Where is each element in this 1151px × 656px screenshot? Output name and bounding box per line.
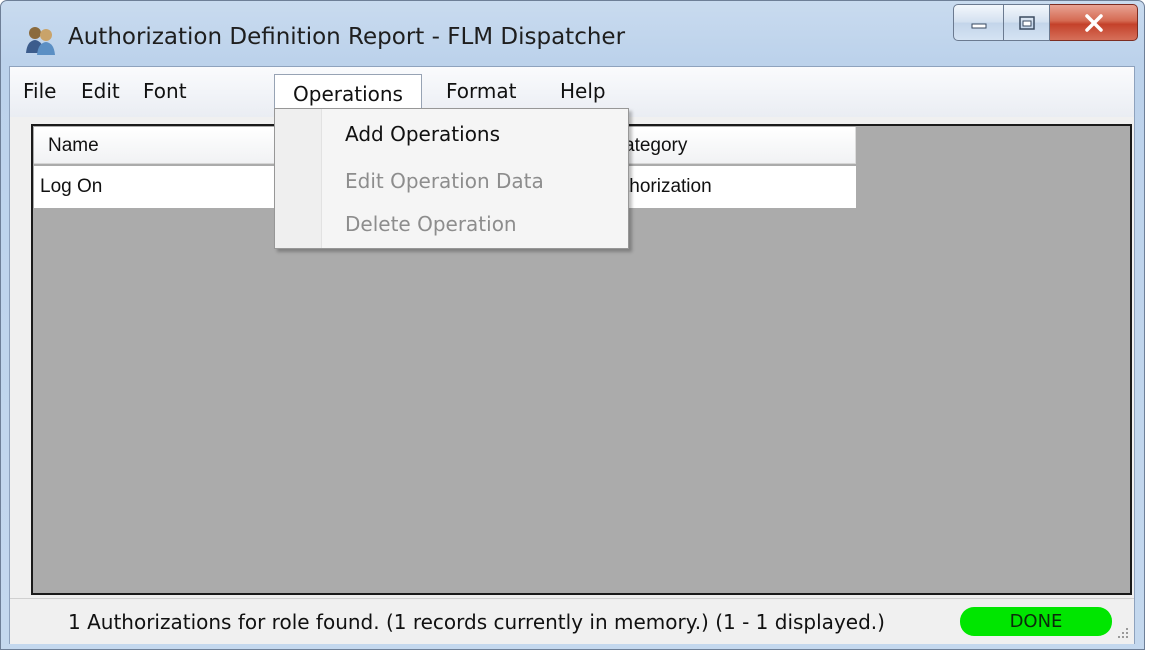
menu-file[interactable]: File <box>23 79 56 103</box>
maximize-button[interactable] <box>1004 4 1050 41</box>
app-window: Authorization Definition Report - FLM Di… <box>0 0 1145 650</box>
minimize-button[interactable] <box>953 4 1004 41</box>
operations-dropdown: Add Operations Edit Operation Data Delet… <box>274 108 629 249</box>
menu-item-edit-operation-data[interactable]: Edit Operation Data <box>345 169 544 193</box>
close-button[interactable] <box>1050 4 1138 41</box>
title-bar[interactable]: Authorization Definition Report - FLM Di… <box>1 1 1144 67</box>
cell-category: thorization <box>624 176 712 197</box>
menu-item-delete-operation[interactable]: Delete Operation <box>345 212 517 236</box>
users-icon <box>26 27 55 55</box>
caption-buttons <box>953 4 1138 41</box>
menu-edit[interactable]: Edit <box>81 79 120 103</box>
menu-help[interactable]: Help <box>560 79 606 103</box>
status-message: 1 Authorizations for role found. (1 reco… <box>68 610 885 634</box>
minimize-icon <box>971 23 986 28</box>
menu-gutter <box>275 109 322 248</box>
menu-font[interactable]: Font <box>143 79 187 103</box>
resize-grip-icon[interactable] <box>1114 624 1130 640</box>
menu-item-add-operations[interactable]: Add Operations <box>345 122 500 146</box>
close-icon <box>1084 13 1103 32</box>
menu-format[interactable]: Format <box>446 79 516 103</box>
status-bar: 1 Authorizations for role found. (1 reco… <box>10 598 1134 644</box>
status-badge: DONE <box>960 607 1112 636</box>
maximize-icon <box>1018 15 1035 30</box>
window-title: Authorization Definition Report - FLM Di… <box>68 24 626 50</box>
